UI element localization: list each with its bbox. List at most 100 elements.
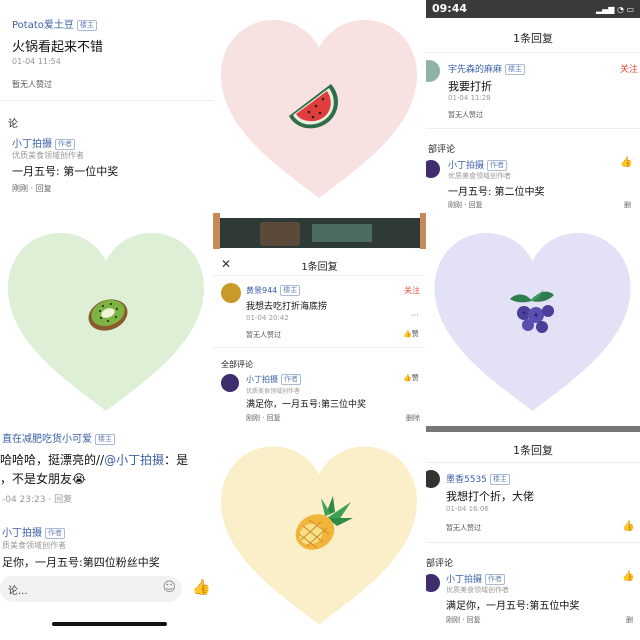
author-badge: 作者 (281, 374, 301, 385)
reply-username[interactable]: 小丁拍摄 (246, 375, 278, 384)
heart-card-watermelon (213, 0, 426, 213)
comment-time: 01-04 11:54 (12, 57, 61, 66)
likes-status: 暂无人赞过 (246, 331, 281, 339)
reply-meta[interactable]: 刚刚 · 回复 (12, 183, 52, 194)
comment-text: 火锅看起来不错 (12, 40, 104, 55)
comment-meta[interactable]: -04 23:23 · 回复 (2, 492, 72, 505)
comment-text: 我要打折 (448, 80, 492, 93)
author-description: 优质美食领域创作者 (446, 586, 509, 594)
status-time: 09:44 (432, 2, 468, 15)
more-options-icon[interactable]: ··· (411, 311, 419, 320)
home-indicator (52, 622, 167, 626)
commenter-username[interactable]: 直在减肥吃货小可爱 (2, 434, 92, 445)
delete-button[interactable]: 删 (626, 615, 633, 625)
thumbs-up-icon[interactable]: 👍 (192, 578, 211, 596)
heart-card-kiwi (0, 213, 213, 426)
avatar[interactable] (426, 574, 440, 592)
reply-meta[interactable]: 刚刚 · 回复 (246, 413, 281, 423)
author-badge: 作者 (45, 527, 65, 539)
comment-time: 01-04 11:28 (448, 94, 491, 102)
comment-screenshot-4: 直在减肥吃货小可爱 楼主 哈哈哈，挺漂亮的//@小丁拍摄：是 ，不是女朋友😭 -0… (0, 426, 213, 640)
reply-author[interactable]: 小丁拍摄 作者 (246, 374, 301, 385)
panel-title: 1条回复 (301, 262, 338, 273)
commenter-name[interactable]: 宇先森的麻麻 楼主 (448, 62, 526, 75)
status-icons: ▂▄▆ ◔ ▭ (596, 5, 635, 14)
commenter-name[interactable]: 黄景944 楼主 (246, 285, 301, 296)
comment-time: 01-04 20:42 (246, 314, 289, 322)
reply-author[interactable]: 小丁拍摄 作者 (2, 524, 65, 539)
avatar[interactable] (221, 283, 241, 303)
comment-text: 我想去吃打折海底捞 (246, 302, 328, 312)
comment-text: 哈哈哈，挺漂亮的// (0, 453, 105, 467)
section-title: 部评论 (426, 559, 454, 569)
like-label: 赞 (411, 374, 419, 382)
comment-screenshot-2: 09:44 ▂▄▆ ◔ ▭ 1条回复 宇先森的麻麻 楼主 关注 我要打折 01-0… (426, 0, 640, 213)
thumbs-up-icon[interactable]: 👍 (620, 157, 632, 168)
comment-screenshot-5: 1条回复 墨香5535 楼主 我想打个折，大佬 01-04 16:06 暂无人赞过… (426, 426, 640, 640)
thumbs-up-icon[interactable]: 👍 (622, 521, 634, 532)
reply-username[interactable]: 小丁拍摄 (446, 575, 482, 585)
like-button[interactable]: 👍赞 (403, 373, 419, 383)
comment-text-line1: 哈哈哈，挺漂亮的//@小丁拍摄：是 (0, 451, 188, 468)
reply-text: 足你，一月五号:第四位粉丝中奖 (2, 556, 160, 569)
follow-button[interactable]: 关注 (404, 285, 420, 296)
follow-button[interactable]: 关注 (620, 62, 638, 75)
comment-input[interactable]: 论... ☺ (0, 576, 182, 602)
avatar[interactable] (426, 60, 440, 82)
op-badge: 楼主 (489, 474, 510, 485)
comment-text-line2: ，不是女朋友😭 (0, 472, 87, 486)
thumbs-up-icon[interactable]: 👍 (622, 571, 634, 582)
commenter-username[interactable]: 黄景944 (246, 286, 277, 295)
reply-username[interactable]: 小丁拍摄 (448, 161, 484, 171)
reply-author[interactable]: 小丁拍摄 作者 (448, 158, 508, 171)
thumbs-up-icon: 👍 (403, 374, 412, 382)
mention-link[interactable]: @小丁拍摄 (104, 453, 164, 467)
reply-text: 满足你，一月五号:第五位中奖 (446, 601, 580, 612)
commenter-name[interactable]: 直在减肥吃货小可爱 楼主 (2, 430, 115, 445)
op-badge: 楼主 (280, 285, 301, 296)
author-badge: 作者 (485, 574, 506, 585)
author-description: 优质美食领域创作者 (246, 388, 301, 395)
section-title: 部评论 (428, 145, 456, 155)
avatar[interactable] (221, 374, 239, 392)
commenter-username[interactable]: 墨香5535 (446, 475, 487, 485)
author-description: 优质美食领域创作者 (448, 172, 511, 180)
like-button[interactable]: 👍赞 (403, 329, 419, 339)
likes-status: 暂无人赞过 (448, 111, 483, 119)
likes-status: 暂无人赞过 (446, 524, 481, 532)
reply-author[interactable]: 小丁拍摄 作者 (12, 135, 75, 150)
top-bar (426, 426, 640, 432)
op-badge: 楼主 (76, 19, 97, 31)
avatar[interactable] (426, 470, 440, 488)
like-label: 赞 (411, 330, 419, 338)
panel-title: 1条回复 (513, 444, 553, 457)
op-badge: 楼主 (505, 64, 526, 75)
delete-button[interactable]: 删 (624, 200, 631, 210)
author-badge: 作者 (55, 138, 75, 150)
reply-meta[interactable]: 刚刚 · 回复 (446, 615, 481, 625)
comment-input-placeholder: 论... (8, 586, 28, 597)
reply-meta[interactable]: 刚刚 · 回复 (448, 200, 483, 210)
commenter-username[interactable]: 宇先森的麻麻 (448, 65, 502, 75)
reply-text: 满足你，一月五号:第三位中奖 (246, 400, 367, 410)
reply-text: 一月五号: 第一位中奖 (12, 165, 119, 178)
video-thumbnail[interactable] (220, 218, 420, 248)
op-badge: 楼主 (95, 433, 115, 445)
reply-username[interactable]: 小丁拍摄 (2, 528, 42, 539)
commenter-username[interactable]: Potato爱土豆 (12, 20, 74, 31)
section-title: 全部评论 (221, 360, 253, 369)
delete-button[interactable]: 删除 (406, 413, 420, 423)
likes-status: 暂无人赞过 (12, 80, 52, 89)
avatar[interactable] (426, 160, 440, 178)
heart-card-pineapple (213, 426, 426, 640)
emoji-icon[interactable]: ☺ (162, 580, 176, 595)
kiwi-icon (88, 299, 128, 331)
author-description: 质美食领域创作者 (2, 541, 66, 550)
comment-time: 01-04 16:06 (446, 505, 489, 513)
commenter-name[interactable]: Potato爱土豆 楼主 (12, 16, 97, 31)
reply-text: 一月五号: 第二位中奖 (448, 187, 545, 198)
reply-author[interactable]: 小丁拍摄 作者 (446, 572, 506, 585)
reply-username[interactable]: 小丁拍摄 (12, 139, 52, 150)
commenter-name[interactable]: 墨香5535 楼主 (446, 472, 510, 485)
panel-title: 1条回复 (513, 32, 553, 45)
